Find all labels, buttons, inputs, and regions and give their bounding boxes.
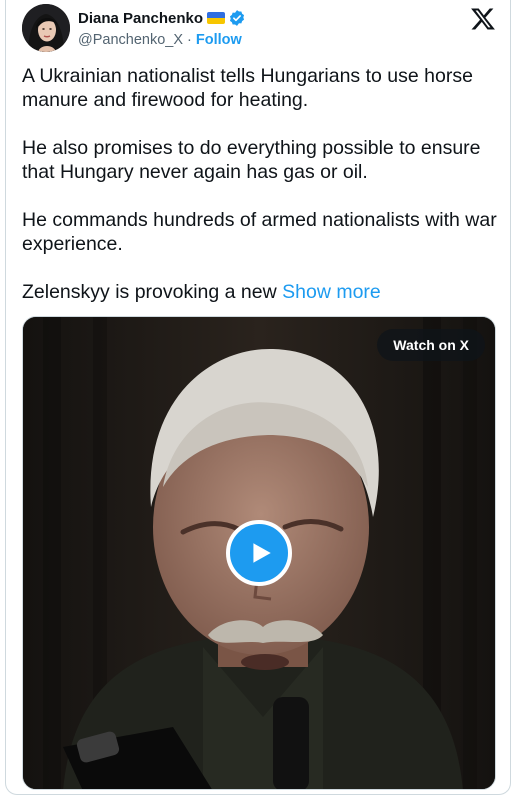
author-handle[interactable]: @Panchenko_X	[78, 32, 183, 48]
x-logo-icon[interactable]	[470, 6, 496, 32]
tweet-card: Diana Panchenko @Panchenko_X · Follow A …	[5, 0, 511, 795]
play-icon	[253, 543, 271, 563]
tweet-truncated-paragraph: Zelenskyy is provoking a new Show more	[22, 280, 502, 304]
verified-check-icon	[229, 10, 245, 26]
tweet-paragraph: A Ukrainian nationalist tells Hungarians…	[22, 65, 473, 111]
play-button[interactable]	[226, 520, 292, 586]
tweet-text: A Ukrainian nationalist tells Hungarians…	[22, 64, 502, 304]
author-handle-row: @Panchenko_X · Follow	[78, 32, 242, 48]
author-name-row: Diana Panchenko	[78, 8, 246, 28]
tweet-header: Diana Panchenko @Panchenko_X · Follow	[22, 4, 496, 52]
tweet-paragraph: He commands hundreds of armed nationalis…	[22, 209, 497, 255]
watch-on-x-button[interactable]: Watch on X	[377, 329, 485, 361]
ukraine-flag-icon	[207, 12, 226, 24]
author-avatar[interactable]	[22, 4, 70, 52]
show-more-link[interactable]: Show more	[282, 281, 381, 303]
tweet-truncated-text: Zelenskyy is provoking a new	[22, 281, 277, 303]
author-display-name[interactable]: Diana Panchenko	[78, 10, 203, 27]
follow-button[interactable]: Follow	[196, 32, 242, 48]
video-player[interactable]: Watch on X	[22, 316, 496, 790]
handle-separator: ·	[187, 32, 192, 48]
tweet-paragraph: He also promises to do everything possib…	[22, 137, 481, 183]
avatar-image	[22, 4, 70, 52]
